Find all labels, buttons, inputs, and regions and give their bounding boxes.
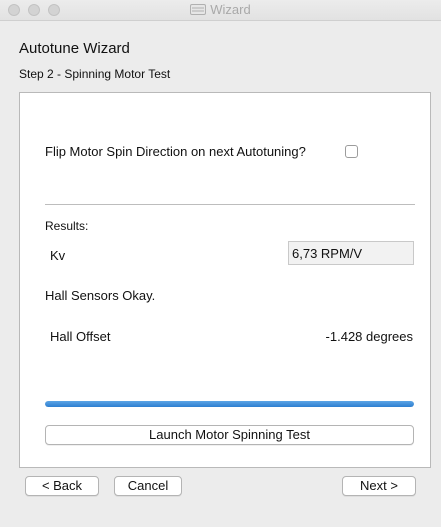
- kv-value-field: 6,73 RPM/V: [288, 241, 414, 265]
- test-progress-bar: [45, 401, 414, 407]
- hall-offset-value: -1.428 degrees: [325, 329, 413, 344]
- cancel-button[interactable]: Cancel: [114, 476, 182, 496]
- test-panel: Flip Motor Spin Direction on next Autotu…: [19, 92, 431, 468]
- next-button[interactable]: Next >: [342, 476, 416, 496]
- results-label: Results:: [45, 219, 89, 233]
- flip-direction-label: Flip Motor Spin Direction on next Autotu…: [45, 144, 306, 159]
- results-divider: [45, 204, 415, 205]
- back-button[interactable]: < Back: [25, 476, 99, 496]
- hall-status-text: Hall Sensors Okay.: [45, 288, 156, 303]
- title-bar: Wizard: [0, 0, 441, 21]
- window-icon: [190, 4, 207, 15]
- kv-label: Kv: [50, 248, 66, 263]
- test-progress-fill: [45, 401, 414, 407]
- hall-offset-label: Hall Offset: [50, 329, 111, 344]
- step-label: Step 2 - Spinning Motor Test: [19, 67, 171, 81]
- wizard-heading: Autotune Wizard: [19, 40, 130, 57]
- launch-test-button[interactable]: Launch Motor Spinning Test: [45, 425, 414, 445]
- window-title: Wizard: [210, 2, 251, 17]
- flip-direction-checkbox[interactable]: [345, 145, 358, 158]
